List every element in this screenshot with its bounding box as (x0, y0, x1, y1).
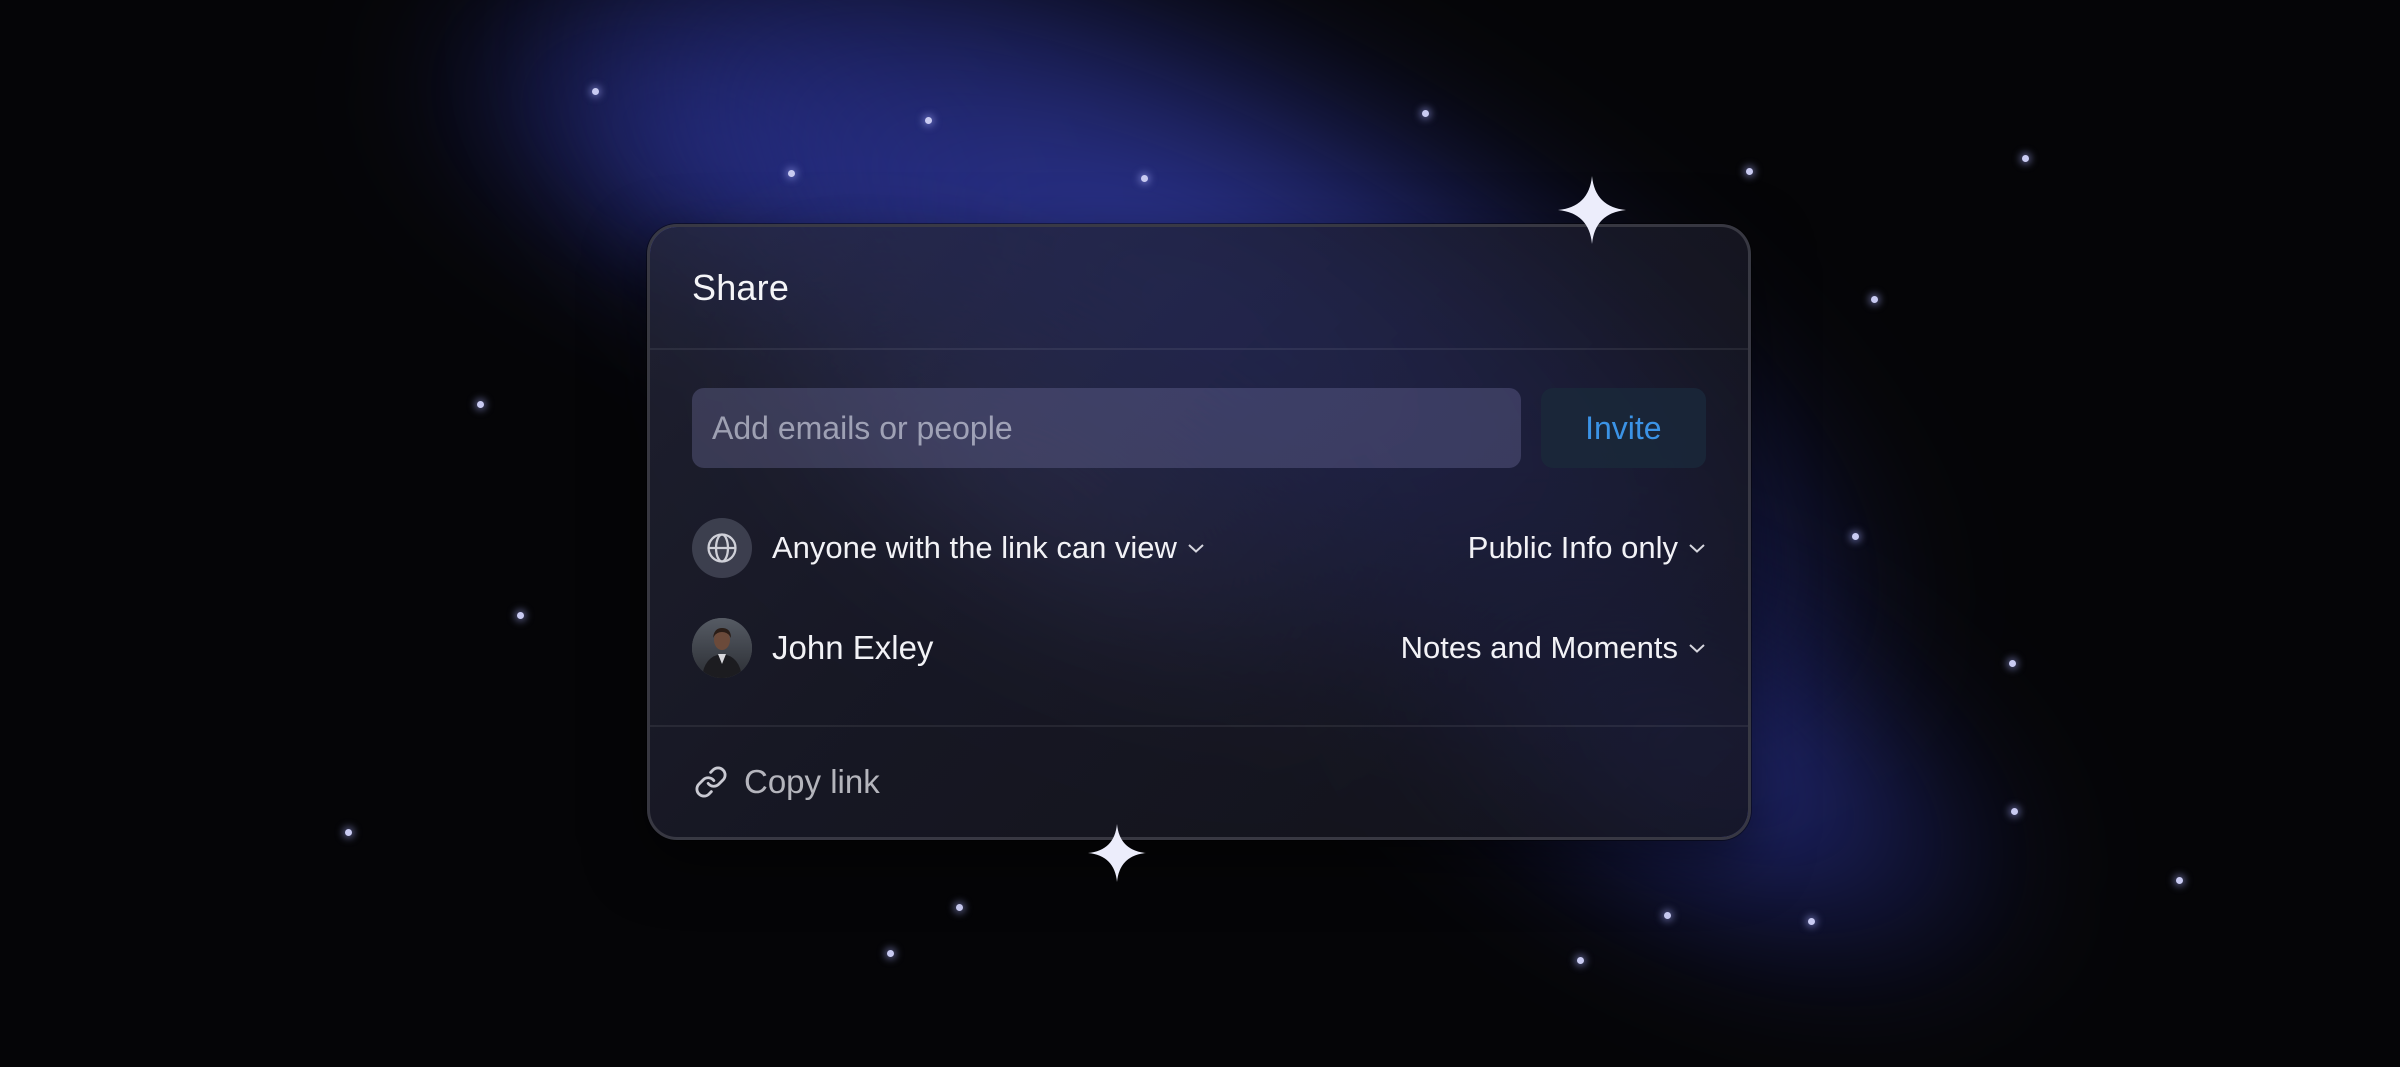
link-access-row: Anyone with the link can view Public Inf… (692, 517, 1706, 579)
copy-link-button[interactable]: Copy link (694, 763, 880, 801)
sparkle-icon (1558, 176, 1626, 244)
link-access-left: Anyone with the link can view (692, 518, 1205, 578)
star-dot (1141, 175, 1148, 182)
chevron-down-icon (1689, 644, 1705, 653)
star-dot (1852, 533, 1859, 540)
star-dot (517, 612, 524, 619)
email-input[interactable] (692, 388, 1521, 468)
star-dot (2009, 660, 2016, 667)
star-dot (2022, 155, 2029, 162)
globe-icon (692, 518, 752, 578)
chevron-down-icon (1188, 544, 1204, 553)
chevron-down-icon (1689, 544, 1705, 553)
star-dot (956, 904, 963, 911)
dialog-footer: Copy link (650, 725, 1748, 837)
star-dot (1577, 957, 1584, 964)
invite-button[interactable]: Invite (1540, 388, 1706, 468)
member-left: John Exley (692, 618, 933, 678)
star-dot (592, 88, 599, 95)
member-name: John Exley (772, 629, 934, 666)
member-row: John Exley Notes and Moments (692, 617, 1706, 679)
star-dot (1746, 168, 1753, 175)
share-dialog: Share Invite Anyone with the link can vi… (647, 224, 1751, 840)
link-scope-dropdown[interactable]: Public Info only (1468, 530, 1706, 566)
star-dot (1808, 918, 1815, 925)
star-dot (477, 401, 484, 408)
dialog-header: Share (650, 227, 1748, 350)
star-dot (788, 170, 795, 177)
star-dot (345, 829, 352, 836)
star-dot (1871, 296, 1878, 303)
star-dot (2176, 877, 2183, 884)
star-dot (887, 950, 894, 957)
avatar (692, 618, 752, 678)
copy-link-label: Copy link (744, 763, 880, 800)
sparkle-icon (1088, 824, 1146, 882)
star-dot (1422, 110, 1429, 117)
link-icon (695, 766, 727, 798)
link-scope-label: Public Info only (1467, 530, 1678, 565)
member-scope-dropdown[interactable]: Notes and Moments (1401, 630, 1706, 666)
invite-row: Invite (692, 388, 1706, 468)
dialog-body: Invite Anyone with the link can view Pub… (650, 350, 1748, 679)
star-dot (925, 117, 932, 124)
dialog-title: Share (692, 266, 790, 308)
star-dot (2011, 808, 2018, 815)
link-access-label: Anyone with the link can view (772, 530, 1177, 565)
star-dot (1664, 912, 1671, 919)
link-access-dropdown[interactable]: Anyone with the link can view (772, 530, 1205, 566)
member-scope-label: Notes and Moments (1400, 630, 1678, 665)
